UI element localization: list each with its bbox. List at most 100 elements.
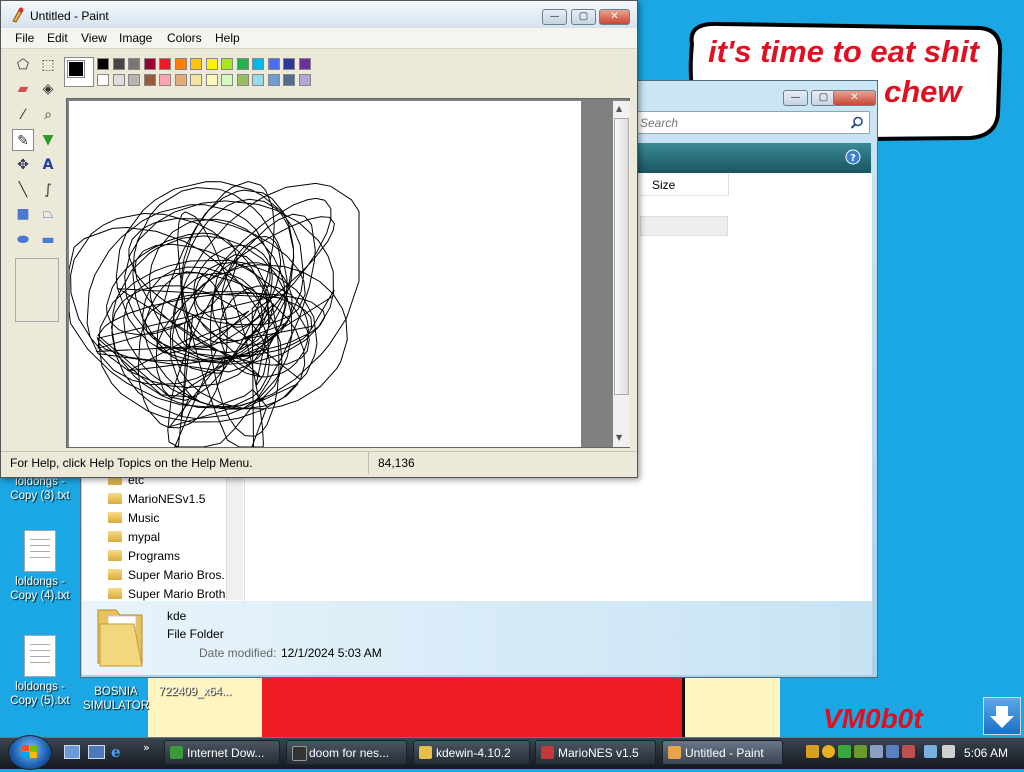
palette-color-swatch[interactable] <box>267 58 280 70</box>
free-select-tool-icon[interactable]: ⬠ <box>12 54 34 76</box>
nav-scrollbar[interactable] <box>226 472 243 600</box>
palette-color-swatch[interactable] <box>97 58 109 70</box>
menu-file[interactable]: File <box>13 31 36 45</box>
palette-color-swatch[interactable] <box>143 74 156 86</box>
show-desktop-button[interactable] <box>983 697 1021 735</box>
menu-help[interactable]: Help <box>213 31 242 45</box>
palette-color-swatch[interactable] <box>190 58 202 70</box>
palette-color-swatch[interactable] <box>298 74 311 86</box>
paint-app-icon <box>668 746 681 759</box>
menu-view[interactable]: View <box>79 31 109 45</box>
eraser-tool-icon[interactable]: ▰ <box>12 78 34 100</box>
palette-color-swatch[interactable] <box>159 58 171 70</box>
palette-color-swatch[interactable] <box>205 58 218 70</box>
switch-windows-icon[interactable] <box>88 745 105 759</box>
taskbar-button-doom[interactable]: doom for nes... <box>286 740 407 765</box>
palette-color-swatch[interactable] <box>174 58 187 70</box>
menu-edit[interactable]: Edit <box>45 31 70 45</box>
taskbar-button-internet-download[interactable]: Internet Dow... <box>164 740 280 765</box>
tray-app-icon[interactable] <box>902 745 915 758</box>
polygon-tool-icon[interactable]: ⏢ <box>37 203 59 225</box>
tray-app-icon[interactable] <box>886 745 899 758</box>
airbrush-tool-icon[interactable]: ✥ <box>12 154 34 176</box>
status-help-text: For Help, click Help Topics on the Help … <box>10 456 253 470</box>
icon-label-line: Copy (4).txt <box>10 590 70 602</box>
tray-app-icon[interactable] <box>806 745 819 758</box>
nav-folder-label: Programs <box>128 549 181 563</box>
rect-select-tool-icon[interactable]: ⬚ <box>37 54 59 76</box>
rectangle-tool-icon[interactable]: ■ <box>12 203 34 225</box>
color-picker-tool-icon[interactable]: ⁄ <box>12 104 34 126</box>
scroll-down-icon[interactable]: ▼ <box>616 433 622 442</box>
taskbar-button-marionnes[interactable]: MarioNES v1.5 <box>535 740 656 765</box>
paint-close-button[interactable]: ✕ <box>599 9 630 25</box>
tray-app-icon[interactable] <box>838 745 851 758</box>
palette-color-swatch[interactable] <box>205 74 218 86</box>
volume-muted-icon[interactable] <box>942 745 955 758</box>
file-row[interactable] <box>640 216 728 236</box>
taskbar-clock[interactable]: 5:06 AM <box>964 746 1008 760</box>
scroll-up-icon[interactable]: ▲ <box>616 104 622 113</box>
taskbar-button-paint[interactable]: Untitled - Paint <box>662 740 783 765</box>
taskbar-button-kdewin[interactable]: kdewin-4.10.2 <box>413 740 530 765</box>
security-shield-icon[interactable] <box>822 745 835 758</box>
palette-color-swatch[interactable] <box>174 74 187 86</box>
palette-color-swatch[interactable] <box>252 74 264 86</box>
drawing-canvas[interactable] <box>68 101 581 448</box>
line-tool-icon[interactable]: ╲ <box>12 179 34 201</box>
text-tool-icon[interactable]: A <box>37 154 59 176</box>
tray-app-icon[interactable] <box>870 745 883 758</box>
desktop-icon-installer[interactable]: 722409_x64... <box>155 685 235 699</box>
tray-app-icon[interactable] <box>854 745 867 758</box>
palette-color-swatch[interactable] <box>112 58 125 70</box>
help-icon[interactable]: ? <box>845 149 861 165</box>
foreground-color-swatch[interactable] <box>67 60 85 78</box>
paint-maximize-button[interactable]: ▢ <box>571 9 596 25</box>
palette-color-swatch[interactable] <box>252 58 264 70</box>
palette-color-swatch[interactable] <box>221 74 233 86</box>
palette-color-swatch[interactable] <box>236 58 249 70</box>
rounded-rect-tool-icon[interactable]: ▬ <box>37 229 59 251</box>
explorer-minimize-button[interactable]: — <box>783 90 808 106</box>
palette-color-swatch[interactable] <box>267 74 280 86</box>
start-button[interactable] <box>8 735 52 770</box>
menu-colors[interactable]: Colors <box>165 31 204 45</box>
palette-color-swatch[interactable] <box>97 74 109 86</box>
quicklaunch-more-icon[interactable]: » <box>143 741 150 754</box>
palette-color-swatch[interactable] <box>190 74 202 86</box>
pencil-tool-icon[interactable]: ✎ <box>12 129 34 151</box>
folder-icon <box>108 569 122 580</box>
desktop-icon-file[interactable]: loldongs - Copy (5).txt <box>0 635 80 708</box>
palette-color-swatch[interactable] <box>298 58 311 70</box>
ellipse-tool-icon[interactable]: ⬬ <box>12 229 34 251</box>
desktop-icon-file[interactable]: loldongs - Copy (3).txt <box>0 475 80 503</box>
search-icon[interactable] <box>850 116 864 130</box>
magnifier-tool-icon[interactable]: ⌕ <box>37 104 59 126</box>
icon-label-line: loldongs - <box>15 576 65 588</box>
palette-color-swatch[interactable] <box>283 74 295 86</box>
menu-image[interactable]: Image <box>117 31 154 45</box>
scrollbar-thumb[interactable] <box>614 118 629 395</box>
palette-color-swatch[interactable] <box>236 74 249 86</box>
fill-bucket-tool-icon[interactable]: ◈ <box>37 78 59 100</box>
palette-color-swatch[interactable] <box>112 74 125 86</box>
palette-color-swatch[interactable] <box>128 74 140 86</box>
network-icon[interactable] <box>924 745 937 758</box>
brush-tool-icon[interactable]: ▼ <box>37 129 59 151</box>
curve-tool-icon[interactable]: ∫ <box>37 179 59 201</box>
show-desktop-icon[interactable] <box>64 745 80 759</box>
paint-minimize-button[interactable]: — <box>542 9 567 25</box>
mario-icon <box>541 746 554 759</box>
palette-color-swatch[interactable] <box>143 58 156 70</box>
palette-color-swatch[interactable] <box>221 58 233 70</box>
folder-icon <box>108 550 122 561</box>
tool-options-box[interactable] <box>15 258 59 322</box>
palette-color-swatch[interactable] <box>128 58 140 70</box>
paint-window-title: Untitled - Paint <box>30 9 109 23</box>
explorer-close-button[interactable]: ✕ <box>833 90 876 106</box>
internet-explorer-icon[interactable]: e <box>111 743 121 761</box>
desktop-icon-bosnia-simulator[interactable]: BOSNIA SIMULATOR <box>76 685 156 713</box>
desktop-icon-file[interactable]: loldongs - Copy (4).txt <box>0 530 80 603</box>
palette-color-swatch[interactable] <box>283 58 295 70</box>
palette-color-swatch[interactable] <box>159 74 171 86</box>
